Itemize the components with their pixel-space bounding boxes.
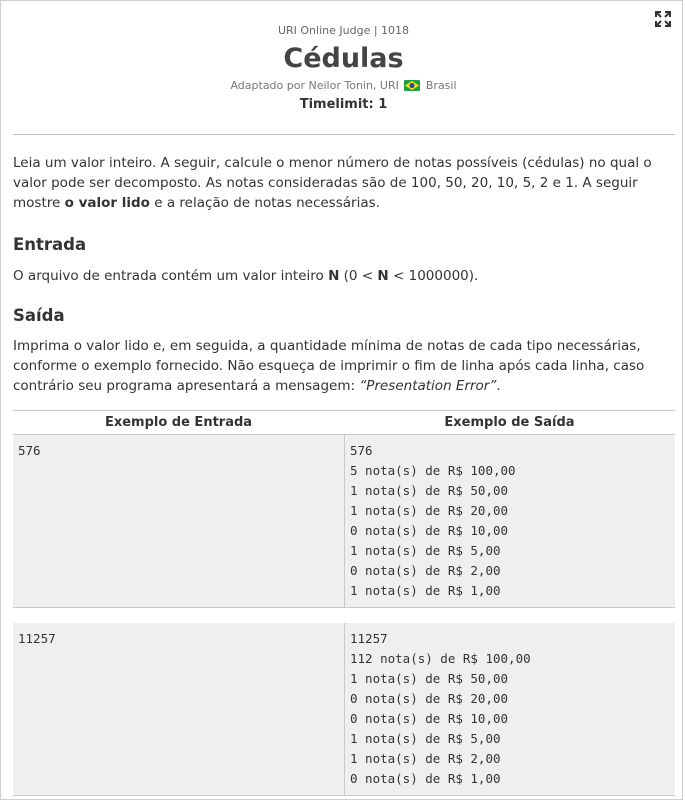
example-output-line: 5 nota(s) de R$ 100,00 xyxy=(350,463,516,478)
author-country: Brasil xyxy=(425,79,457,92)
brazil-flag-icon xyxy=(404,80,421,91)
example-output-cell: 11257 112 nota(s) de R$ 100,00 1 nota(s) d… xyxy=(344,623,675,795)
examples-header: Exemplo de Entrada Exemplo de Saída xyxy=(13,410,675,435)
timelimit: Timelimit: 1 xyxy=(299,97,388,112)
input-var-2: N xyxy=(377,268,389,284)
author-line: Adaptado por Neilor Tonin, URI Brasil xyxy=(1,78,685,94)
example-row: 576 576 5 nota(s) de R$ 100,00 1 nota(s) de… xyxy=(13,435,675,608)
row-gap xyxy=(13,608,675,623)
input-text-2: (0 < xyxy=(339,268,378,284)
output-end: . xyxy=(496,378,501,394)
example-output-line: 0 nota(s) de R$ 2,00 xyxy=(350,563,501,578)
output-text: Imprima o valor lido e, em seguida, a qu… xyxy=(13,338,645,394)
examples-body: 576 576 5 nota(s) de R$ 100,00 1 nota(s) de… xyxy=(13,435,675,796)
example-output-line: 0 nota(s) de R$ 1,00 xyxy=(350,771,501,786)
example-output-line: 1 nota(s) de R$ 20,00 xyxy=(350,503,509,518)
description-text-2: e a relação de notas necessárias. xyxy=(149,195,380,211)
example-input-line: 11257 xyxy=(18,631,56,646)
example-output-line: 11257 xyxy=(350,631,388,646)
output-italic: “Presentation Error” xyxy=(359,378,497,394)
page-title: Cédulas xyxy=(283,43,404,74)
example-output-line: 576 xyxy=(350,443,373,458)
description-bold: o valor lido xyxy=(64,195,150,211)
example-input-cell: 576 xyxy=(13,435,344,607)
output-description: Imprima o valor lido e, em seguida, a qu… xyxy=(13,336,675,396)
example-output-line: 0 nota(s) de R$ 20,00 xyxy=(350,691,509,706)
problem-header: URI Online Judge | 1018 Cédulas Adaptado… xyxy=(1,23,685,113)
example-output-line: 1 nota(s) de R$ 50,00 xyxy=(350,671,509,686)
author-name: Adaptado por Neilor Tonin, URI xyxy=(230,79,399,92)
example-row: 11257 11257 112 nota(s) de R$ 100,00 1 nota… xyxy=(13,623,675,796)
example-output-line: 1 nota(s) de R$ 5,00 xyxy=(350,731,501,746)
examples-table: Exemplo de Entrada Exemplo de Saída 576 5… xyxy=(13,410,675,796)
example-input-line: 576 xyxy=(18,443,41,458)
input-heading: Entrada xyxy=(13,235,87,254)
example-output-line: 1 nota(s) de R$ 5,00 xyxy=(350,543,501,558)
example-output-line: 0 nota(s) de R$ 10,00 xyxy=(350,711,509,726)
example-output-line: 0 nota(s) de R$ 10,00 xyxy=(350,523,509,538)
input-text-1: O arquivo de entrada contém um valor int… xyxy=(13,268,329,284)
input-description: O arquivo de entrada contém um valor int… xyxy=(13,266,478,286)
example-output-line: 1 nota(s) de R$ 50,00 xyxy=(350,483,509,498)
problem-description: Leia um valor inteiro. A seguir, calcule… xyxy=(13,153,675,213)
example-output-line: 1 nota(s) de R$ 2,00 xyxy=(350,751,501,766)
example-input-cell: 11257 xyxy=(13,623,344,795)
input-text-3: < 1000000). xyxy=(388,268,479,284)
example-input-header: Exemplo de Entrada xyxy=(104,415,253,430)
problem-card: URI Online Judge | 1018 Cédulas Adaptado… xyxy=(0,0,683,800)
example-output-cell: 576 5 nota(s) de R$ 100,00 1 nota(s) de R$… xyxy=(344,435,675,607)
input-var-1: N xyxy=(328,268,340,284)
judge-label: URI Online Judge | 1018 xyxy=(277,24,410,37)
example-output-line: 112 nota(s) de R$ 100,00 xyxy=(350,651,531,666)
example-output-line: 1 nota(s) de R$ 1,00 xyxy=(350,583,501,598)
output-heading: Saída xyxy=(13,306,65,325)
example-output-header: Exemplo de Saída xyxy=(444,415,575,430)
divider xyxy=(13,134,675,135)
